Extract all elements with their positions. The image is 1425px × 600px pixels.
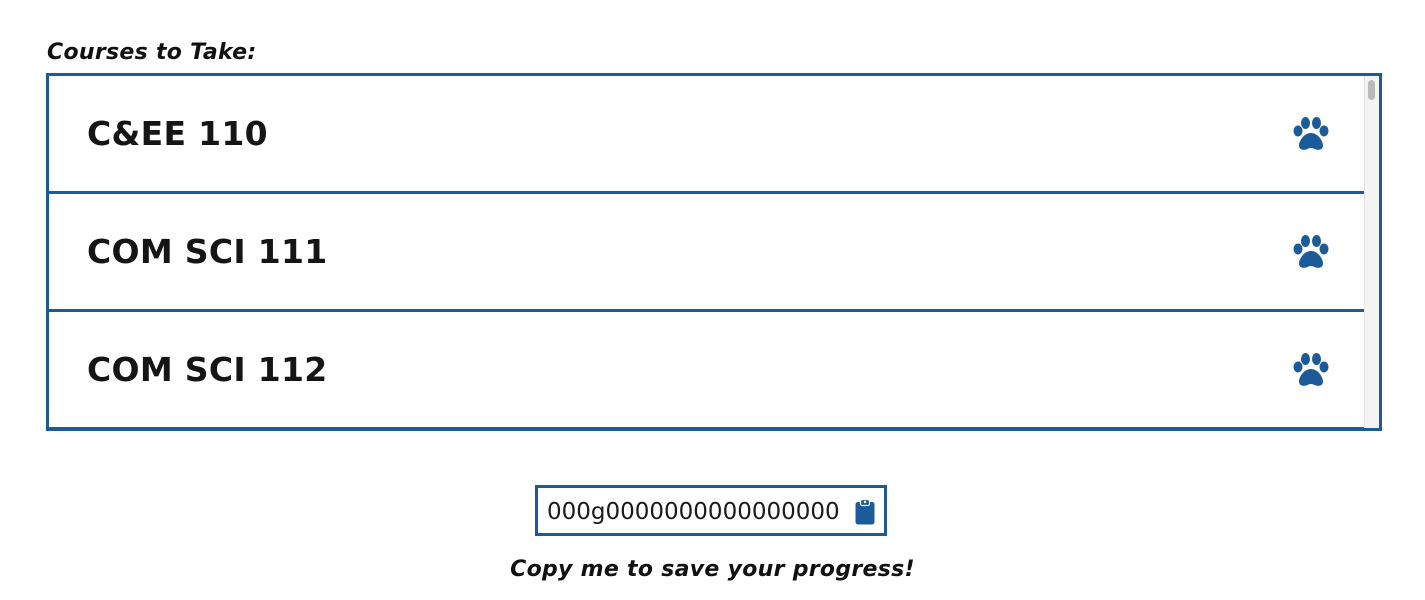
course-list-container[interactable]: C&EE 110 COM SCI 111 COM SCI 112 <box>46 73 1382 431</box>
paw-icon[interactable] <box>1291 116 1331 152</box>
course-list: C&EE 110 COM SCI 111 COM SCI 112 <box>49 76 1365 428</box>
course-item[interactable]: COM SCI 112 <box>49 312 1365 428</box>
course-label: C&EE 110 <box>87 114 268 153</box>
progress-code-input[interactable] <box>547 498 853 526</box>
course-label: COM SCI 111 <box>87 232 328 271</box>
course-list-scrollbar[interactable] <box>1364 76 1379 428</box>
courses-section-title: Courses to Take: <box>47 40 257 65</box>
clipboard-icon[interactable] <box>855 499 875 525</box>
copy-hint-text: Copy me to save your progress! <box>510 557 915 582</box>
progress-code-box <box>535 485 887 536</box>
paw-icon[interactable] <box>1291 352 1331 388</box>
paw-icon[interactable] <box>1291 234 1331 270</box>
course-label: COM SCI 112 <box>87 350 328 389</box>
scrollbar-thumb[interactable] <box>1368 80 1375 100</box>
course-item[interactable]: C&EE 110 <box>49 76 1365 194</box>
course-item[interactable]: COM SCI 111 <box>49 194 1365 312</box>
